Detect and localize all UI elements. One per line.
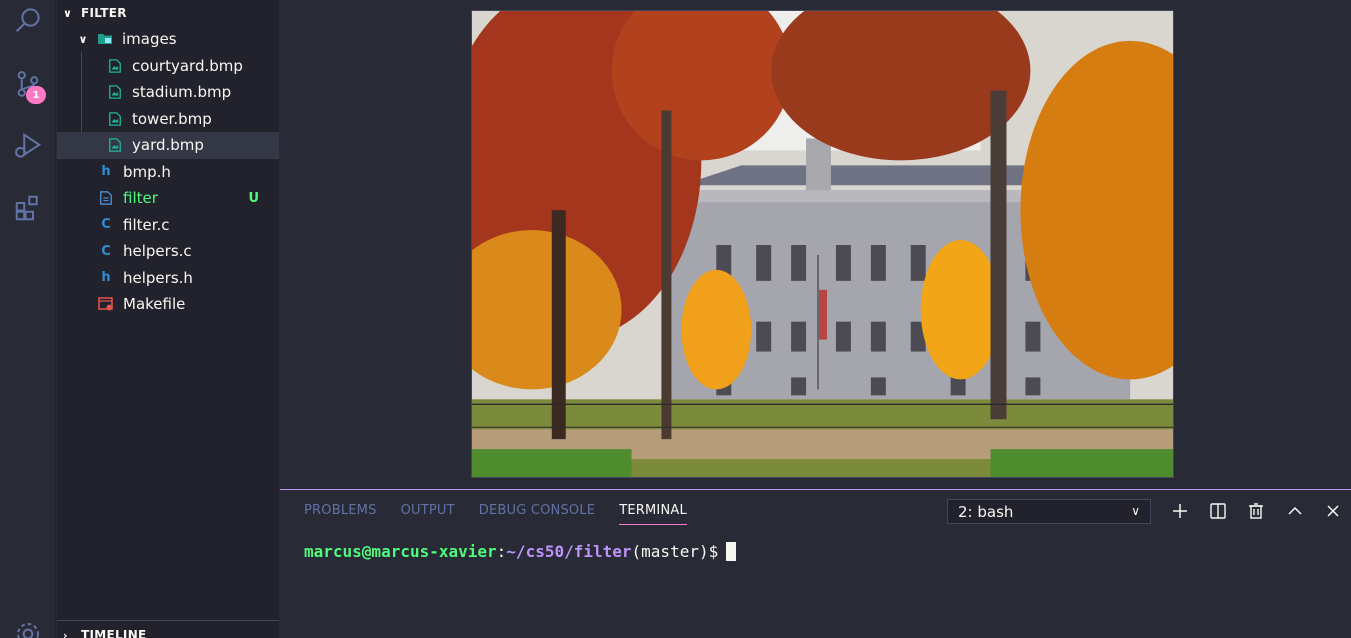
terminal-cursor [726, 542, 737, 561]
c-file-icon: C [101, 217, 111, 233]
image-preview[interactable] [471, 10, 1174, 478]
h-file-icon: h [101, 164, 111, 180]
tree-item-helpers-c[interactable]: C helpers.c [57, 238, 279, 265]
image-file-icon [107, 58, 123, 74]
new-terminal-button[interactable] [1168, 499, 1192, 523]
plus-icon [1173, 504, 1187, 518]
terminal-select-value: 2: bash [958, 502, 1014, 521]
tree-item-label: helpers.c [123, 242, 192, 261]
chevron-up-icon [1288, 506, 1302, 515]
chevron-right-icon: › [63, 628, 68, 638]
settings-gear-icon[interactable] [12, 618, 44, 638]
h-file-icon: h [101, 270, 111, 286]
close-panel-button[interactable] [1321, 499, 1345, 523]
yard-photo [472, 11, 1173, 477]
tree-item-courtyard-bmp[interactable]: courtyard.bmp [57, 53, 279, 80]
tree-item-images-folder[interactable]: ∨ images [57, 26, 279, 53]
run-debug-icon[interactable] [12, 130, 44, 162]
makefile-icon [98, 296, 114, 312]
tree-item-label: tower.bmp [132, 109, 212, 128]
terminal-user: marcus@marcus-xavier [304, 542, 497, 561]
terminal-colon: : [496, 542, 507, 561]
kill-terminal-button[interactable] [1244, 499, 1268, 523]
bottom-panel: PROBLEMS OUTPUT DEBUG CONSOLE TERMINAL 2… [280, 489, 1351, 638]
image-file-icon [107, 111, 123, 127]
split-icon [1210, 503, 1226, 519]
chevron-down-icon: ∨ [1131, 504, 1140, 518]
tree-item-label: filter.c [123, 215, 170, 234]
trash-icon [1249, 503, 1263, 519]
image-file-icon [107, 84, 123, 100]
activity-bar: 1 [0, 0, 56, 638]
tree-item-filter[interactable]: filter U [57, 185, 279, 212]
tree-item-label: bmp.h [123, 162, 171, 181]
close-icon [1327, 505, 1339, 517]
terminal-prompt[interactable]: marcus@marcus-xavier:~/cs50/filter(maste… [304, 542, 737, 561]
terminal-select-dropdown[interactable]: 2: bash ∨ [947, 499, 1151, 524]
tab-output[interactable]: OUTPUT [401, 503, 455, 525]
terminal-branch: (master) [631, 542, 709, 561]
tree-item-tower-bmp[interactable]: tower.bmp [57, 106, 279, 133]
untracked-status-badge: U [248, 190, 259, 206]
tree-item-bmp-h[interactable]: h bmp.h [57, 159, 279, 186]
tree-item-filter-c[interactable]: C filter.c [57, 212, 279, 239]
scm-badge: 1 [26, 86, 46, 104]
split-terminal-button[interactable] [1206, 499, 1230, 523]
chevron-down-icon: ∨ [63, 6, 73, 20]
explorer-section-title: FILTER [81, 6, 127, 20]
file-icon [98, 190, 114, 206]
tree-item-label: Makefile [123, 295, 186, 314]
tree-item-label: yard.bmp [132, 136, 204, 155]
tree-item-makefile[interactable]: Makefile [57, 291, 279, 318]
tree-item-label: stadium.bmp [132, 83, 232, 102]
timeline-section: › TIMELINE [57, 620, 279, 638]
image-folder-icon [97, 31, 113, 47]
tree-item-label: helpers.h [123, 268, 193, 287]
tree-item-label: filter [123, 189, 158, 208]
terminal-dollar: $ [708, 542, 719, 561]
chevron-down-icon: ∨ [78, 32, 88, 46]
explorer-sidebar: ∨ FILTER ∨ images courtyard.bmp stadium.… [57, 0, 279, 638]
terminal-path: ~/cs50/filter [506, 542, 632, 561]
tab-terminal[interactable]: TERMINAL [619, 503, 687, 525]
tree-item-label: courtyard.bmp [132, 56, 243, 75]
tree-item-stadium-bmp[interactable]: stadium.bmp [57, 79, 279, 106]
extensions-icon[interactable] [12, 192, 44, 224]
tree-item-yard-bmp[interactable]: yard.bmp [57, 132, 279, 159]
tab-problems[interactable]: PROBLEMS [304, 503, 377, 525]
search-icon[interactable] [12, 4, 44, 36]
explorer-section-header[interactable]: ∨ FILTER [57, 0, 279, 26]
tab-debug-console[interactable]: DEBUG CONSOLE [479, 503, 595, 525]
maximize-panel-button[interactable] [1283, 499, 1307, 523]
tree-item-label: images [122, 30, 177, 49]
image-file-icon [107, 137, 123, 153]
tree-item-helpers-h[interactable]: h helpers.h [57, 265, 279, 292]
panel-tabs: PROBLEMS OUTPUT DEBUG CONSOLE TERMINAL [304, 503, 687, 525]
editor-area [280, 0, 1351, 490]
c-file-icon: C [101, 243, 111, 259]
timeline-section-header[interactable]: › TIMELINE [57, 621, 279, 638]
timeline-section-title: TIMELINE [81, 628, 147, 638]
